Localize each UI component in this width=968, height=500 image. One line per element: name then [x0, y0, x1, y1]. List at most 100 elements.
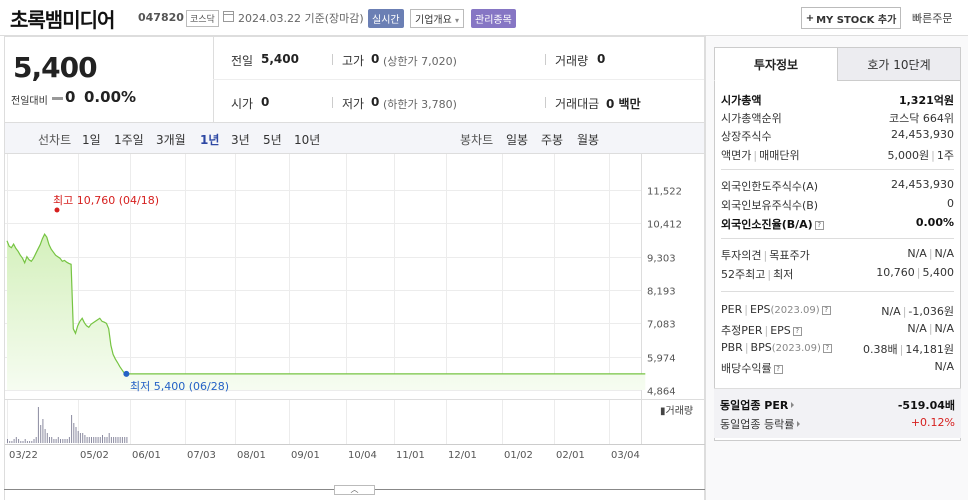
volume-bar	[42, 419, 44, 443]
price-chart[interactable]: 11,522 10,412 9,303 8,193 7,083 5,974 4,864 최고 …	[4, 154, 706, 500]
volume-bar	[75, 427, 77, 443]
x-tick-label: 03/04	[611, 450, 640, 461]
tab-invest-info[interactable]: 투자정보	[714, 47, 838, 81]
volume-bar	[64, 439, 66, 443]
shares-label: 상장주식수	[721, 130, 772, 143]
volume-bar	[121, 437, 123, 443]
company-overview-label: 기업개요	[415, 15, 452, 26]
arrow-right-icon	[797, 421, 801, 427]
volume-bar	[51, 437, 53, 443]
y-tick-label: 8,193	[647, 287, 676, 298]
foreign-rate-row: 외국인소진율(B/A)? 0.00%	[721, 216, 954, 234]
realtime-badge[interactable]: 실시간	[368, 9, 404, 28]
volume-bar	[20, 441, 22, 443]
y-tick-label: 9,303	[647, 254, 676, 265]
industry-change-label[interactable]: 동일업종 등락률	[720, 418, 794, 431]
market-cap-rank-row: 시가총액순위 코스닥 664위	[721, 110, 954, 128]
tab-order-book[interactable]: 호가 10단계	[837, 47, 961, 81]
quick-order-link[interactable]: 빠른주문	[912, 10, 952, 26]
x-tick-label: 06/01	[132, 450, 161, 461]
foreign-hold-row: 외국인보유주식수(B) 0	[721, 197, 954, 215]
add-my-stock-button[interactable]: + MY STOCK 추가	[801, 7, 901, 29]
tab-1y[interactable]: 1년	[200, 131, 219, 148]
calendar-icon	[223, 11, 234, 22]
help-icon[interactable]: ?	[773, 365, 783, 374]
y-tick-label: 5,974	[647, 354, 676, 365]
volume-bar	[26, 441, 28, 443]
stat-separator	[332, 97, 333, 108]
foreign-hold-value: 0	[947, 197, 954, 210]
dividend-value: N/A	[934, 360, 954, 373]
invest-info-table: 시가총액 1,321억원 시가총액순위 코스닥 664위 상장주식수 24,45…	[714, 81, 961, 441]
tab-1d[interactable]: 1일	[82, 131, 101, 148]
help-icon[interactable]: ?	[822, 344, 832, 353]
foreign-limit-row: 외국인한도주식수(A) 24,453,930	[721, 178, 954, 196]
stat-separator	[545, 97, 546, 108]
volume-bar	[7, 439, 8, 443]
trade-amount-label: 거래대금	[555, 97, 600, 111]
volume-bar	[93, 437, 95, 443]
high-label: 고가	[342, 54, 365, 68]
shares-row: 상장주식수 24,453,930	[721, 128, 954, 146]
price-panel: 5,400 전일대비 0 0.00% 전일 5,400 고가 0 (상한가 7,…	[4, 36, 705, 123]
week52-row: 52주최고 | 최저 10,760 | 5,400	[721, 266, 955, 281]
volume-value: 0	[597, 52, 606, 66]
volume-bar	[37, 407, 39, 443]
tab-5y[interactable]: 5년	[263, 131, 282, 148]
volume-bar	[60, 439, 61, 443]
volume-bar	[46, 433, 48, 443]
arrow-right-icon	[791, 402, 795, 408]
stock-header: 초록뱀미디어 047820 코스닥 2024.03.22 기준(장마감) 실시간…	[0, 0, 968, 36]
volume-bar	[53, 439, 55, 443]
tab-10y[interactable]: 10년	[294, 131, 320, 148]
tab-monthly[interactable]: 월봉	[577, 131, 599, 148]
volume-bar	[15, 437, 17, 443]
dividend-row: 배당수익률? N/A	[721, 360, 954, 378]
volume-bar	[62, 439, 64, 443]
tab-3y[interactable]: 3년	[231, 131, 250, 148]
tab-weekly[interactable]: 주봉	[541, 131, 563, 148]
x-tick-label: 07/03	[187, 450, 216, 461]
volume-bar	[11, 441, 13, 443]
pbr-value: 0.38배	[863, 343, 898, 356]
high-marker-label: 최고 10,760 (04/18)	[53, 194, 159, 207]
help-icon[interactable]: ?	[814, 221, 824, 230]
volume-bar	[86, 437, 88, 443]
volume-bar	[35, 437, 37, 443]
tab-3m[interactable]: 3개월	[156, 131, 186, 148]
help-icon[interactable]: ?	[792, 327, 802, 336]
company-overview-dropdown[interactable]: 기업개요 ▾	[410, 9, 465, 28]
target-value: N/A	[934, 247, 954, 260]
tab-daily[interactable]: 일봉	[506, 131, 528, 148]
volume-bar	[71, 415, 73, 443]
x-tick-label: 05/02	[80, 450, 109, 461]
volume-bar	[102, 435, 103, 443]
industry-change-value: +0.12%	[910, 416, 955, 429]
volume-bar	[31, 441, 33, 443]
bps-label: BPS	[750, 341, 772, 354]
industry-change-row: 동일업종 등락률 +0.12%	[720, 416, 955, 434]
week52-low-value: 5,400	[922, 266, 955, 279]
volume-bar	[91, 437, 92, 443]
target-label: 목표주가	[769, 249, 810, 262]
chevron-up-icon: ︿	[350, 485, 359, 494]
market-cap-value: 1,321억원	[898, 94, 954, 107]
pbr-label: PBR	[721, 341, 743, 354]
admin-issue-badge[interactable]: 관리종목	[471, 9, 516, 28]
foreign-hold-label: 외국인보유주식수(B)	[721, 199, 819, 212]
x-tick-label: 08/01	[237, 450, 266, 461]
eps-label: EPS	[749, 303, 771, 316]
industry-per-label[interactable]: 동일업종 PER	[720, 399, 788, 412]
tab-1w[interactable]: 1주일	[114, 131, 144, 148]
volume-bar	[29, 441, 31, 443]
volume-bar	[95, 437, 97, 443]
unit-label: 매매단위	[759, 149, 800, 162]
volume-bar	[124, 437, 126, 443]
change-rate: 0.00%	[84, 88, 137, 106]
y-tick-label: 4,864	[647, 387, 676, 398]
help-icon[interactable]: ?	[821, 306, 831, 315]
volume-bar	[106, 437, 108, 443]
volume-bar	[108, 433, 110, 443]
collapse-chart-button[interactable]: ︿	[334, 485, 375, 495]
volume-bar	[55, 439, 57, 443]
